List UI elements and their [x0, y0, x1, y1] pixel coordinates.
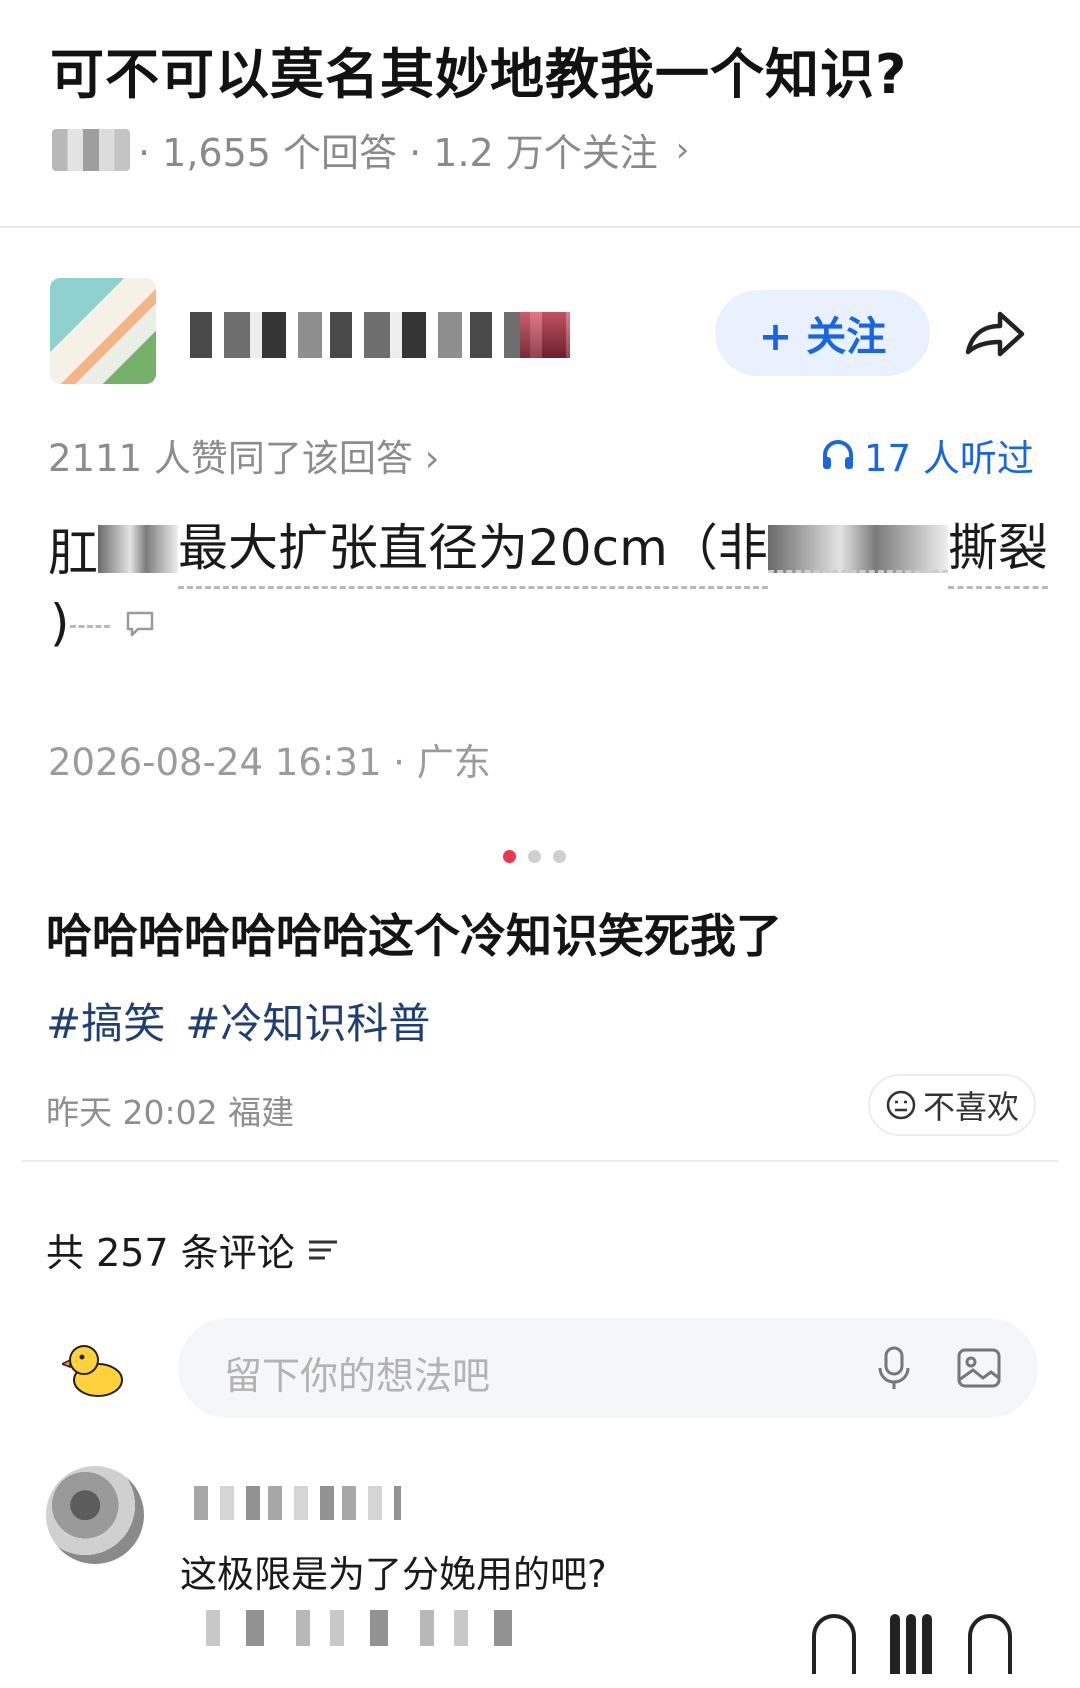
more-icon[interactable]	[968, 1614, 1012, 1674]
answer-text-line[interactable]: 肛 最大扩张直径为20cm（非 撕裂	[48, 508, 1048, 589]
question-meta[interactable]: · 1,655 个回答 · 1.2 万个关注 ›	[52, 122, 689, 177]
comments-count-label: 共 257 条评论	[46, 1231, 295, 1275]
carousel-dot[interactable]	[528, 850, 541, 863]
blurred-author-badge	[520, 312, 570, 358]
comment-actions	[812, 1614, 1012, 1674]
dislike-label: 不喜欢	[922, 1088, 1019, 1126]
comment-input[interactable]: 留下你的想法吧	[178, 1318, 1038, 1418]
blurred-text	[98, 524, 178, 573]
comments-header: 共 257 条评论	[46, 1222, 341, 1277]
answer-text-part: 撕裂	[947, 508, 1048, 589]
author-avatar[interactable]	[50, 278, 156, 384]
listen-count[interactable]: 17 人听过	[820, 428, 1034, 482]
answer-text-line[interactable]: )	[50, 594, 156, 652]
answer-text-part: 肛	[48, 523, 98, 582]
tag-link[interactable]: #冷知识科普	[185, 990, 430, 1051]
neutral-face-icon	[886, 1090, 916, 1120]
reply-icon[interactable]	[812, 1614, 856, 1674]
question-title[interactable]: 可不可以莫名其妙地教我一个知识?	[50, 30, 907, 109]
answers-follow-count: · 1,655 个回答 · 1.2 万个关注	[138, 131, 658, 175]
blurred-text	[767, 524, 948, 573]
microphone-icon[interactable]	[868, 1342, 920, 1394]
headphones-icon	[823, 440, 853, 469]
follow-button[interactable]: + 关注	[715, 290, 930, 376]
comment-avatar[interactable]	[46, 1466, 144, 1564]
follow-label: + 关注	[758, 314, 887, 360]
answer-text-part: 最大扩张直径为20cm（非	[178, 508, 768, 589]
share-arrow-icon[interactable]	[960, 300, 1030, 370]
carousel-dots[interactable]	[503, 850, 566, 863]
comment-input-placeholder: 留下你的想法吧	[224, 1354, 491, 1398]
post-tags: #搞笑 #冷知识科普	[46, 990, 430, 1051]
image-icon[interactable]	[953, 1342, 1005, 1394]
duck-avatar-icon[interactable]	[62, 1336, 128, 1402]
carousel-dot[interactable]	[553, 850, 566, 863]
answer-text-part: )	[50, 594, 70, 652]
section-divider	[0, 226, 1080, 228]
dislike-button[interactable]: 不喜欢	[868, 1074, 1036, 1136]
listen-count-label: 17 人听过	[864, 437, 1034, 480]
post-title: 哈哈哈哈哈哈哈这个冷知识笑死我了	[46, 909, 782, 963]
comment-bubble-icon[interactable]	[124, 607, 156, 639]
section-divider	[22, 1160, 1058, 1162]
agree-count-link[interactable]: 2111 人赞同了该回答 ›	[48, 428, 439, 482]
carousel-dot-active[interactable]	[503, 850, 516, 863]
comment-text: 这极限是为了分娩用的吧?	[180, 1553, 607, 1596]
chevron-right-icon: ›	[675, 129, 690, 170]
blurred-author-name[interactable]	[190, 312, 570, 358]
tag-link[interactable]: #搞笑	[46, 990, 165, 1051]
answer-timestamp: 2026-08-24 16:31 · 广东	[48, 741, 491, 784]
blurred-comment-meta	[186, 1610, 516, 1646]
blurred-author-name	[52, 128, 130, 171]
post-time: 昨天 20:02 福建	[46, 1093, 295, 1132]
sort-icon[interactable]	[305, 1235, 341, 1265]
underline-dash	[69, 619, 110, 628]
like-icon[interactable]	[890, 1614, 934, 1674]
blurred-commenter-name[interactable]	[186, 1486, 401, 1520]
